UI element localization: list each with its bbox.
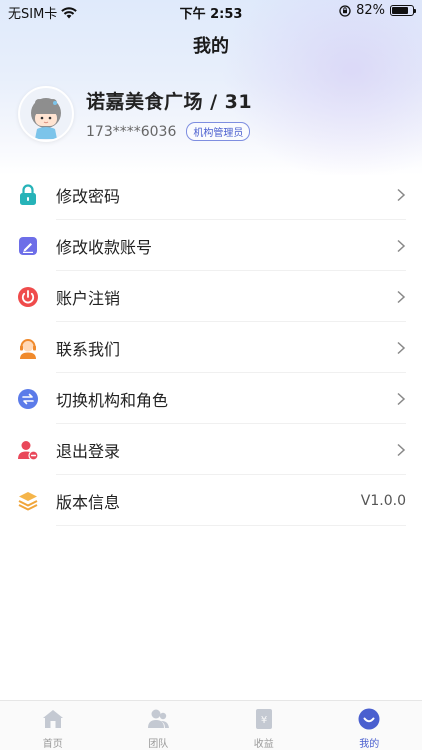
menu-item-switch-org-role[interactable]: 切换机构和角色 <box>0 373 422 424</box>
tab-label: 团队 <box>148 739 169 750</box>
phone-number: 173****6036 <box>86 123 177 140</box>
earnings-icon: ¥ <box>255 709 272 729</box>
chevron-right-icon <box>397 443 406 456</box>
lock-icon <box>20 183 36 205</box>
org-name: 诺嘉美食广场 / 31 <box>86 91 253 113</box>
menu-item-change-payout-account[interactable]: 修改收款账号 <box>0 220 422 271</box>
menu-item-label: 账户注销 <box>56 288 121 308</box>
layers-icon <box>18 491 38 510</box>
tab-label: 我的 <box>359 739 380 750</box>
settings-menu: 修改密码 修改收款账号 账户注销 联系我们 切换机构和角色 退出登录 版本信息 … <box>0 169 422 526</box>
menu-item-label: 版本信息 <box>56 492 121 512</box>
switch-icon <box>18 388 38 409</box>
profile-icon <box>358 708 380 730</box>
menu-item-version-info[interactable]: 版本信息 V1.0.0 <box>0 475 422 526</box>
logout-user-icon <box>18 440 39 461</box>
home-icon <box>42 710 63 728</box>
menu-item-label: 退出登录 <box>56 441 121 461</box>
chevron-right-icon <box>397 188 406 201</box>
chevron-right-icon <box>397 392 406 405</box>
tab-team[interactable]: 团队 <box>106 701 212 750</box>
tab-label: 首页 <box>42 739 63 750</box>
orientation-lock-icon <box>339 4 351 17</box>
version-value: V1.0.0 <box>360 492 406 509</box>
menu-item-logout[interactable]: 退出登录 <box>0 424 422 475</box>
page-title: 我的 <box>193 36 229 57</box>
team-icon <box>148 709 170 728</box>
status-right: 82% <box>339 3 416 18</box>
status-bar: 无SIM卡 下午 2:53 82% <box>0 0 422 22</box>
chevron-right-icon <box>397 290 406 303</box>
battery-icon <box>390 5 416 16</box>
menu-item-cancel-account[interactable]: 账户注销 <box>0 271 422 322</box>
battery-percent: 82% <box>356 3 385 18</box>
menu-item-change-password[interactable]: 修改密码 <box>0 169 422 220</box>
role-badge: 机构管理员 <box>186 122 251 141</box>
phone-row: 173****6036 机构管理员 <box>86 122 252 141</box>
menu-item-label: 切换机构和角色 <box>56 390 169 410</box>
svg-text:¥: ¥ <box>261 715 267 726</box>
menu-item-label: 联系我们 <box>56 339 121 359</box>
battery-fill <box>392 7 409 14</box>
customer-service-icon <box>20 338 36 359</box>
tab-home[interactable]: 首页 <box>0 701 106 750</box>
avatar-girl-icon <box>31 98 61 139</box>
menu-item-label: 修改密码 <box>56 186 121 206</box>
bottom-tab-bar: 首页 团队 ¥ 收益 我的 <box>0 700 422 750</box>
edit-icon <box>19 236 37 255</box>
chevron-right-icon <box>397 239 406 252</box>
chevron-right-icon <box>397 341 406 354</box>
menu-item-label: 修改收款账号 <box>56 237 153 257</box>
avatar[interactable] <box>18 86 74 142</box>
tab-earnings[interactable]: ¥ 收益 <box>211 701 317 750</box>
menu-item-contact-us[interactable]: 联系我们 <box>0 322 422 373</box>
profile-info: 诺嘉美食广场 / 31 173****6036 机构管理员 <box>86 87 252 141</box>
profile-card[interactable]: 诺嘉美食广场 / 31 173****6036 机构管理员 <box>18 86 252 142</box>
power-icon <box>18 286 38 307</box>
tab-mine[interactable]: 我的 <box>317 701 422 750</box>
tab-label: 收益 <box>253 739 274 750</box>
